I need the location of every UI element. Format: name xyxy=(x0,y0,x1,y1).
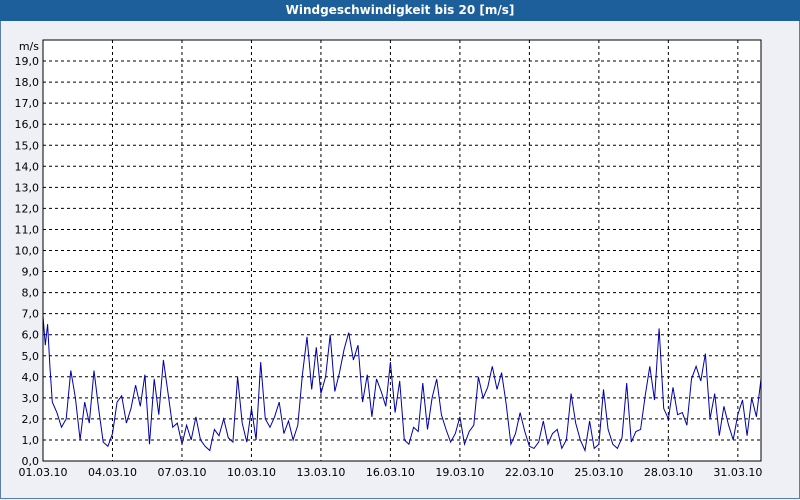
x-tick-label: 13.03.10 xyxy=(296,466,345,479)
y-tick-label: 9,0 xyxy=(22,266,40,279)
y-tick-label: 19,0 xyxy=(15,55,40,68)
x-tick-label: 22.03.10 xyxy=(505,466,554,479)
plot-area xyxy=(43,40,761,461)
y-tick-label: 2,0 xyxy=(22,413,40,426)
y-tick-label: 16,0 xyxy=(15,118,40,131)
y-tick-label: 10,0 xyxy=(15,245,40,258)
x-tick-label: 10.03.10 xyxy=(227,466,276,479)
x-tick-label: 04.03.10 xyxy=(88,466,137,479)
y-tick-label: 14,0 xyxy=(15,160,40,173)
y-tick-label: 3,0 xyxy=(22,392,40,405)
y-tick-label: 8,0 xyxy=(22,287,40,300)
x-tick-label: 19.03.10 xyxy=(435,466,484,479)
y-tick-label: 11,0 xyxy=(15,223,40,236)
y-tick-label: 4,0 xyxy=(22,371,40,384)
x-tick-label: 28.03.10 xyxy=(644,466,693,479)
y-tick-label: 15,0 xyxy=(15,139,40,152)
x-tick-label: 01.03.10 xyxy=(19,466,68,479)
y-tick-label: 7,0 xyxy=(22,308,40,321)
y-tick-label: 18,0 xyxy=(15,76,40,89)
y-tick-label: 12,0 xyxy=(15,202,40,215)
x-tick-label: 31.03.10 xyxy=(713,466,762,479)
y-axis-ticks: 0,01,02,03,04,05,06,07,08,09,010,011,012… xyxy=(15,55,40,468)
y-tick-label: 6,0 xyxy=(22,329,40,342)
x-tick-label: 25.03.10 xyxy=(574,466,623,479)
y-axis-label: m/s xyxy=(19,40,39,53)
y-tick-label: 1,0 xyxy=(22,434,40,447)
y-tick-label: 13,0 xyxy=(15,181,40,194)
wind-speed-chart: 0,01,02,03,04,05,06,07,08,09,010,011,012… xyxy=(15,39,763,479)
x-tick-label: 07.03.10 xyxy=(157,466,206,479)
y-tick-label: 17,0 xyxy=(15,97,40,110)
x-axis-ticks: 01.03.10 04.03.10 07.03.10 10.03.10 13.03.10… xyxy=(19,466,763,479)
x-tick-label: 16.03.10 xyxy=(366,466,415,479)
y-tick-label: 5,0 xyxy=(22,350,40,363)
